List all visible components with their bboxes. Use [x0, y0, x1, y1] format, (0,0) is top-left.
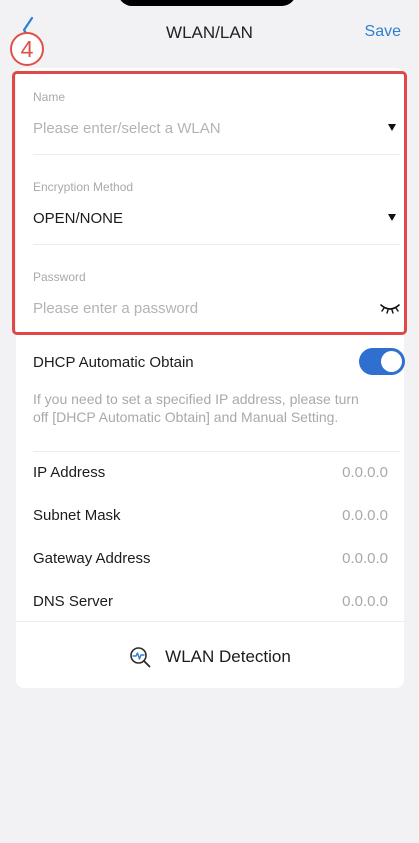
eye-closed-icon[interactable] [380, 302, 400, 314]
name-input[interactable]: Please enter/select a WLAN [33, 120, 221, 137]
dhcp-row: DHCP Automatic Obtain [33, 348, 405, 375]
toggle-knob [381, 351, 402, 372]
dns-server-row[interactable]: DNS Server 0.0.0.0 [33, 593, 388, 613]
dns-server-value: 0.0.0.0 [342, 593, 388, 610]
divider [33, 451, 400, 452]
password-label: Password [33, 270, 86, 284]
device-notch [118, 0, 296, 6]
wlan-detection-label: WLAN Detection [165, 647, 291, 666]
divider [33, 154, 400, 155]
dhcp-hint: If you need to set a specified IP addres… [33, 391, 359, 425]
save-button[interactable]: Save [365, 23, 401, 41]
name-field[interactable]: Name Please enter/select a WLAN [33, 90, 400, 140]
ip-address-label: IP Address [33, 464, 106, 481]
ip-address-row[interactable]: IP Address 0.0.0.0 [33, 464, 388, 484]
divider [33, 244, 400, 245]
page-title: WLAN/LAN [166, 23, 253, 42]
dhcp-toggle[interactable] [359, 348, 405, 375]
settings-card: Name Please enter/select a WLAN Encrypti… [16, 68, 405, 688]
subnet-mask-row[interactable]: Subnet Mask 0.0.0.0 [33, 507, 388, 527]
top-bar: WLAN/LAN Save [0, 14, 419, 54]
password-field[interactable]: Password Please enter a password [33, 270, 400, 320]
gateway-address-label: Gateway Address [33, 550, 151, 567]
name-label: Name [33, 90, 66, 104]
caret-down-icon[interactable] [388, 124, 396, 131]
subnet-mask-label: Subnet Mask [33, 507, 121, 524]
encryption-select[interactable]: OPEN/NONE [33, 210, 123, 227]
magnifier-pulse-icon [130, 647, 151, 668]
wlan-detection-button[interactable]: WLAN Detection [16, 646, 404, 668]
divider [16, 621, 404, 622]
password-input[interactable]: Please enter a password [33, 300, 198, 317]
step-marker: 4 [10, 32, 44, 66]
encryption-label: Encryption Method [33, 180, 134, 194]
gateway-address-value: 0.0.0.0 [342, 550, 388, 567]
dhcp-label: DHCP Automatic Obtain [33, 354, 194, 371]
encryption-field[interactable]: Encryption Method OPEN/NONE [33, 180, 400, 230]
gateway-address-row[interactable]: Gateway Address 0.0.0.0 [33, 550, 388, 570]
caret-down-icon[interactable] [388, 214, 396, 221]
dns-server-label: DNS Server [33, 593, 114, 610]
ip-address-value: 0.0.0.0 [342, 464, 388, 481]
subnet-mask-value: 0.0.0.0 [342, 507, 388, 524]
